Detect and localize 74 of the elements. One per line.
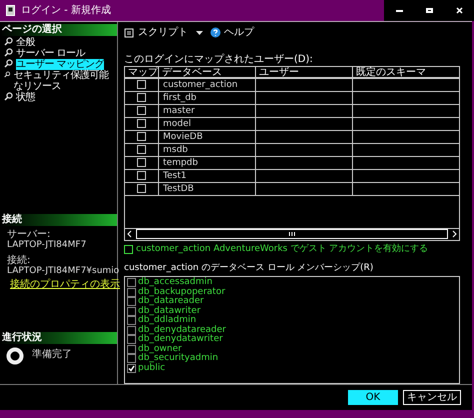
guest-account-label[interactable]: customer_action AdventureWorks でゲスト アカウントを有効にする (136, 243, 428, 257)
checkbox[interactable] (124, 245, 133, 254)
page-item[interactable]: 状態 (16, 92, 35, 103)
mapped-users-label: このログインにマップされたユーザー(D): (124, 54, 314, 66)
section-header: ページの選択 (0, 24, 117, 36)
server-label: サーバー: (7, 230, 52, 240)
checkbox[interactable] (137, 119, 146, 128)
role-item[interactable]: db_owner (138, 344, 182, 354)
table-cell: master (158, 104, 255, 117)
table-cell: model (158, 118, 255, 130)
server-name: LAPTOP-JTI84MF7 (7, 240, 88, 250)
column-header[interactable]: マップ (125, 66, 158, 78)
page-item[interactable]: ユーザー マッピング (16, 58, 104, 70)
script-button[interactable]: スクリプト (138, 25, 188, 40)
table-cell: msdb (158, 144, 255, 156)
window-title: ログイン - 新規作成 (21, 4, 111, 18)
checkbox[interactable] (127, 344, 136, 354)
role-item[interactable]: db_backupoperator (138, 288, 226, 297)
page-item[interactable]: 全般 (16, 36, 35, 48)
checkbox[interactable] (137, 132, 146, 142)
checkbox[interactable] (127, 316, 136, 326)
scroll-thumb-grip-icon (289, 232, 295, 236)
window-icon (6, 5, 15, 16)
checkbox[interactable] (127, 288, 136, 297)
progress-ring-icon (6, 346, 24, 365)
connection-name: LAPTOP-JTI84MF7¥sumio (7, 266, 117, 276)
progress-status: 準備完了 (32, 348, 72, 362)
checkbox[interactable] (137, 171, 146, 180)
role-item[interactable]: db_denydatareader (138, 326, 226, 335)
connection-label: 接続: (7, 256, 32, 266)
checkbox[interactable] (137, 158, 146, 168)
cancel-button[interactable]: キャンセル (403, 390, 461, 405)
checkbox[interactable] (127, 306, 136, 316)
role-item[interactable]: db_ddladmin (138, 316, 196, 326)
checkbox[interactable] (137, 106, 146, 116)
table-cell: Test1 (158, 170, 255, 182)
table-cell: MovieDB (158, 130, 255, 143)
checkbox[interactable] (127, 297, 136, 306)
checkbox[interactable] (127, 326, 136, 335)
section-header: 進行状況 (0, 332, 117, 344)
connection-properties-link[interactable]: 接続のプロパティの表示 (10, 280, 120, 290)
checkbox[interactable] (127, 278, 136, 288)
help-button[interactable]: ヘルプ (224, 25, 254, 40)
checkbox[interactable] (127, 364, 136, 373)
role-item[interactable]: db_datareader (138, 297, 204, 306)
ok-button[interactable]: OK (348, 390, 398, 405)
help-icon (210, 27, 221, 38)
checkbox[interactable] (137, 80, 146, 90)
table-cell: TestDB (158, 182, 255, 195)
checkbox[interactable] (127, 335, 136, 344)
close-icon (456, 7, 462, 14)
role-item[interactable]: db_denydatawriter (138, 335, 223, 344)
table-cell: first_db (158, 92, 255, 104)
page-item[interactable]: セキュリティ保護可能なリソース (13, 70, 115, 92)
checkbox[interactable] (137, 93, 146, 102)
role-membership-label: customer_action のデータベース ロール メンバーシップ(R) (124, 262, 374, 274)
role-item[interactable]: public (138, 364, 166, 373)
checkbox[interactable] (127, 354, 136, 364)
checkbox[interactable] (137, 145, 146, 154)
horizontal-scrollbar[interactable] (125, 228, 459, 240)
checkbox[interactable] (137, 184, 146, 194)
column-header[interactable]: ユーザー (255, 66, 352, 78)
role-item[interactable]: db_accessadmin (138, 278, 212, 288)
script-icon (124, 28, 135, 38)
table-cell: tempdb (158, 156, 255, 169)
section-header: 接続 (0, 214, 117, 226)
check-icon (128, 364, 135, 372)
table-cell: customer_action (158, 78, 255, 91)
column-header[interactable]: 既定のスキーマ (352, 66, 459, 78)
page-item[interactable]: サーバー ロール (16, 48, 86, 59)
caret-icon[interactable] (196, 30, 203, 35)
role-item[interactable]: db_datawriter (138, 306, 201, 316)
column-header[interactable]: データベース (158, 66, 255, 78)
role-item[interactable]: db_securityadmin (138, 354, 218, 364)
